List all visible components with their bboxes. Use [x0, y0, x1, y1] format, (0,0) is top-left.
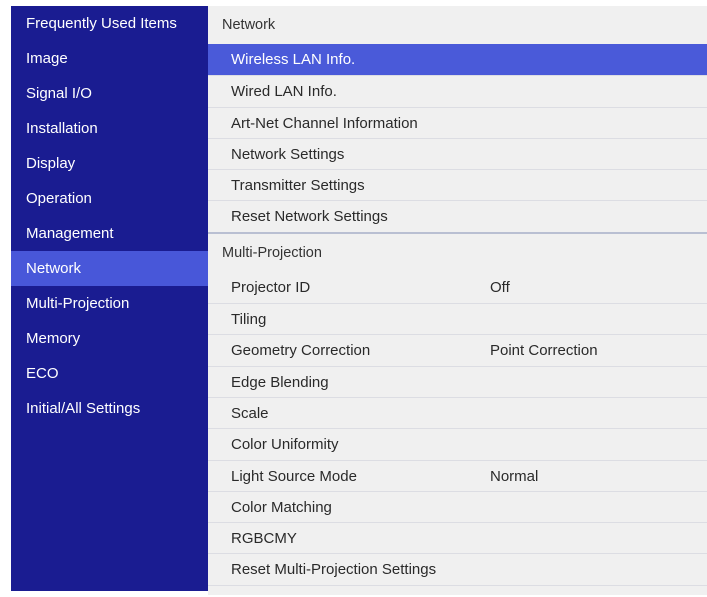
section-header-network: Network	[208, 6, 707, 44]
row-value: Normal	[490, 467, 539, 485]
menu-row-reset-multi-projection-settings[interactable]: Reset Multi-Projection Settings	[208, 553, 707, 585]
list-bottom-edge	[208, 584, 707, 595]
menu-row-edge-blending[interactable]: Edge Blending	[208, 365, 707, 397]
row-label: RGBCMY	[231, 530, 297, 548]
row-label: Scale	[231, 404, 269, 422]
menu-row-wired-lan-info[interactable]: Wired LAN Info.	[208, 75, 707, 107]
row-label: Wireless LAN Info.	[231, 51, 356, 68]
menu-row-wireless-lan-info[interactable]: Wireless LAN Info.	[208, 44, 707, 76]
menu-row-art-net-channel-information[interactable]: Art-Net Channel Information	[208, 106, 707, 138]
projector-menu-window: Frequently Used Items Image Signal I/O I…	[11, 6, 707, 595]
sidebar-item-display[interactable]: Display	[11, 146, 208, 181]
row-label: Wired LAN Info.	[231, 83, 337, 101]
row-label: Geometry Correction	[231, 342, 371, 360]
sidebar-item-operation[interactable]: Operation	[11, 181, 208, 216]
menu-row-reset-network-settings[interactable]: Reset Network Settings	[208, 200, 707, 232]
menu-row-tiling[interactable]: Tiling	[208, 303, 707, 335]
sidebar-item-image[interactable]: Image	[11, 41, 208, 76]
row-value: Point Correction	[490, 342, 598, 360]
menu-row-rgbcmy[interactable]: RGBCMY	[208, 522, 707, 554]
row-label: Art-Net Channel Information	[231, 114, 418, 132]
menu-row-transmitter-settings[interactable]: Transmitter Settings	[208, 169, 707, 201]
row-label: Transmitter Settings	[231, 177, 365, 195]
row-label: Projector ID	[231, 278, 311, 296]
row-label: Color Matching	[231, 498, 332, 516]
sidebar-item-memory[interactable]: Memory	[11, 321, 208, 356]
row-label: Tiling	[231, 311, 267, 329]
sidebar-item-network[interactable]: Network	[11, 251, 208, 286]
menu-row-color-uniformity[interactable]: Color Uniformity	[208, 428, 707, 460]
menu-row-scale[interactable]: Scale	[208, 396, 707, 429]
sidebar-item-initial-all-settings[interactable]: Initial/All Settings	[11, 391, 208, 426]
row-label: Edge Blending	[231, 373, 329, 391]
settings-panel: Network Wireless LAN Info. Wired LAN Inf…	[208, 6, 707, 595]
sidebar-menu: Frequently Used Items Image Signal I/O I…	[11, 6, 208, 591]
row-label: Light Source Mode	[231, 467, 357, 485]
menu-row-projector-id[interactable]: Projector ID Off	[208, 271, 707, 304]
row-label: Network Settings	[231, 145, 345, 163]
menu-row-color-matching[interactable]: Color Matching	[208, 490, 707, 523]
row-label: Color Uniformity	[231, 436, 339, 454]
section-header-multi-projection: Multi-Projection	[208, 231, 707, 272]
sidebar-item-signal-io[interactable]: Signal I/O	[11, 76, 208, 111]
sidebar-item-installation[interactable]: Installation	[11, 111, 208, 146]
sidebar-item-frequently-used-items[interactable]: Frequently Used Items	[11, 6, 208, 41]
row-label: Reset Multi-Projection Settings	[231, 561, 437, 579]
row-value: Off	[490, 278, 510, 296]
sidebar-item-eco[interactable]: ECO	[11, 356, 208, 391]
row-label: Reset Network Settings	[231, 208, 388, 226]
menu-row-light-source-mode[interactable]: Light Source Mode Normal	[208, 459, 707, 491]
menu-row-network-settings[interactable]: Network Settings	[208, 137, 707, 170]
menu-row-geometry-correction[interactable]: Geometry Correction Point Correction	[208, 334, 707, 366]
sidebar-item-multi-projection[interactable]: Multi-Projection	[11, 286, 208, 321]
sidebar-item-management[interactable]: Management	[11, 216, 208, 251]
